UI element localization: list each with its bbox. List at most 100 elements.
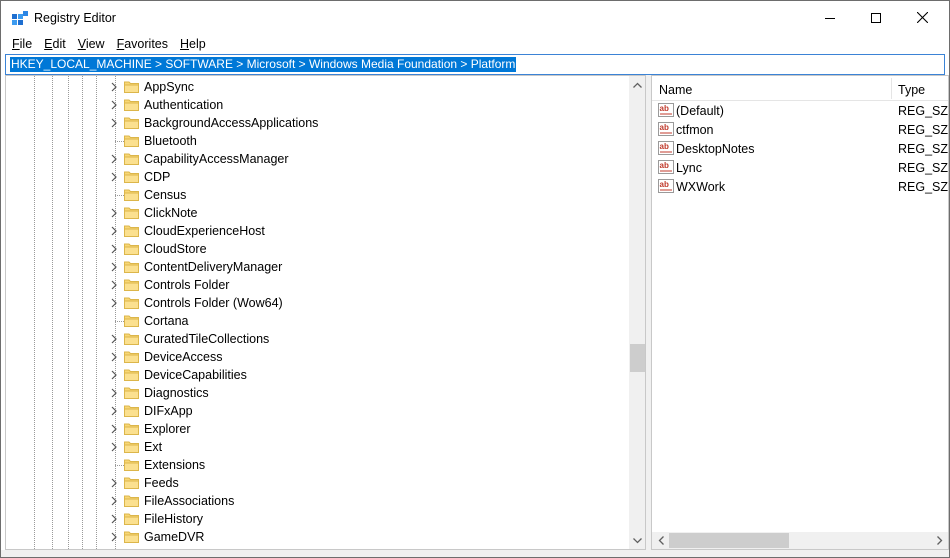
chevron-right-icon[interactable] [109,244,119,254]
tree-item[interactable]: DIFxApp [6,402,629,420]
chevron-right-icon[interactable] [109,496,119,506]
tree-item[interactable]: Extensions [6,456,629,474]
chevron-right-icon[interactable] [109,154,119,164]
tree-item[interactable]: FileHistory [6,510,629,528]
close-icon [916,12,928,23]
folder-icon [124,81,139,93]
tree-item[interactable]: ContentDeliveryManager [6,258,629,276]
tree-item[interactable]: Cortana [6,312,629,330]
tree-item[interactable]: Bluetooth [6,132,629,150]
folder-icon [124,117,139,129]
chevron-right-icon[interactable] [109,388,119,398]
tree-item[interactable]: Controls Folder (Wow64) [6,294,629,312]
chevron-right-icon[interactable] [109,442,119,452]
minimize-button[interactable] [807,1,853,34]
chevron-right-icon[interactable] [109,262,119,272]
column-header-name[interactable]: Name [659,83,692,97]
chevron-right-icon[interactable] [109,352,119,362]
menu-file[interactable]: File [6,34,38,54]
tree-item[interactable]: CuratedTileCollections [6,330,629,348]
scroll-down-button[interactable] [629,532,645,549]
chevron-right-icon[interactable] [109,298,119,308]
chevron-right-icon[interactable] [109,226,119,236]
tree-item[interactable]: Explorer [6,420,629,438]
tree-item[interactable]: CDP [6,168,629,186]
folder-icon [124,99,139,111]
chevron-right-icon[interactable] [109,424,119,434]
key-tree-pane[interactable]: AppSync Authentication BackgroundAccessApp… [5,75,646,550]
string-value-icon: ab [658,103,674,117]
chevron-right-icon[interactable] [109,514,119,524]
tree-item[interactable]: AppSync [6,78,629,96]
tree-item-label: Ext [144,440,163,454]
folder-icon [124,369,139,381]
tree-item[interactable]: Diagnostics [6,384,629,402]
tree-item[interactable]: CloudStore [6,240,629,258]
folder-icon [124,477,139,489]
minimize-icon [825,17,835,19]
column-divider[interactable] [891,78,892,99]
tree-item[interactable]: BackgroundAccessApplications [6,114,629,132]
menu-edit-accel: E [44,37,53,51]
tree-vertical-scrollbar[interactable] [629,76,645,549]
tree-item-label: GameDVR [144,530,205,544]
chevron-right-icon[interactable] [109,334,119,344]
tree-item[interactable]: Census [6,186,629,204]
tree-item-label: AppSync [144,80,195,94]
chevron-right-icon[interactable] [109,280,119,290]
chevron-right-icon[interactable] [109,406,119,416]
menu-edit[interactable]: Edit [38,34,72,54]
svg-text:ab: ab [660,123,669,132]
tree-item[interactable]: Authentication [6,96,629,114]
values-scroll-thumb[interactable] [669,533,789,548]
menu-view-rest: iew [85,37,105,51]
chevron-right-icon[interactable] [109,532,119,542]
tree-item[interactable]: FileAssociations [6,492,629,510]
chevron-right-icon[interactable] [109,118,119,128]
value-name: WXWork [676,180,726,194]
chevron-right-icon[interactable] [109,100,119,110]
scroll-left-button[interactable] [652,532,669,549]
menu-favorites[interactable]: Favorites [111,34,174,54]
tree-item[interactable]: CloudExperienceHost [6,222,629,240]
value-type: REG_SZ [898,123,949,137]
title-bar[interactable]: Registry Editor [1,1,949,34]
tree-item[interactable]: DeviceCapabilities [6,366,629,384]
chevron-right-icon[interactable] [109,82,119,92]
menu-help[interactable]: Help [174,34,212,54]
values-pane[interactable]: Name Type ab (Default) REG_SZ ab ctfmon REG_S… [651,75,949,550]
tree-item[interactable]: Controls Folder [6,276,629,294]
address-path[interactable]: HKEY_LOCAL_MACHINE > SOFTWARE > Microsof… [10,57,517,72]
scroll-right-button[interactable] [931,532,948,549]
tree-scroll-thumb[interactable] [630,344,645,372]
address-bar[interactable]: HKEY_LOCAL_MACHINE > SOFTWARE > Microsof… [5,54,945,75]
tree-connector [115,195,124,196]
string-value-icon: ab [658,122,674,136]
tree-item[interactable]: ClickNote [6,204,629,222]
close-button[interactable] [899,1,945,34]
value-row[interactable]: ab DesktopNotes REG_SZ [652,139,948,158]
value-row[interactable]: ab Lync REG_SZ [652,158,948,177]
scroll-up-button[interactable] [629,76,645,93]
folder-icon [124,243,139,255]
chevron-right-icon[interactable] [109,172,119,182]
tree-item[interactable]: DeviceAccess [6,348,629,366]
registry-editor-window: Registry Editor File Edit View Favorites… [0,0,950,558]
value-row[interactable]: ab WXWork REG_SZ [652,177,948,196]
value-row[interactable]: ab ctfmon REG_SZ [652,120,948,139]
chevron-right-icon[interactable] [109,370,119,380]
tree-item-label: Controls Folder [144,278,230,292]
tree-item[interactable]: Feeds [6,474,629,492]
value-row[interactable]: ab (Default) REG_SZ [652,101,948,120]
column-header-type[interactable]: Type [898,83,925,97]
values-horizontal-scrollbar[interactable] [652,532,948,549]
tree-item-label: FileHistory [144,512,204,526]
value-type: REG_SZ [898,180,949,194]
menu-view[interactable]: View [72,34,111,54]
tree-item[interactable]: GameDVR [6,528,629,546]
maximize-button[interactable] [853,1,899,34]
tree-item[interactable]: CapabilityAccessManager [6,150,629,168]
chevron-right-icon[interactable] [109,208,119,218]
tree-item[interactable]: Ext [6,438,629,456]
chevron-right-icon[interactable] [109,478,119,488]
